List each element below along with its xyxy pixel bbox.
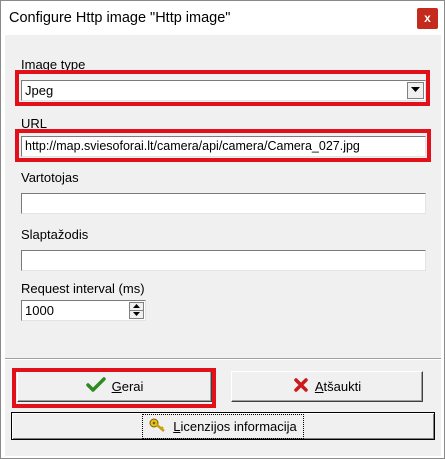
- divider: [5, 358, 441, 360]
- cancel-button-label: Atšaukti: [314, 379, 362, 394]
- image-type-value: Jpeg: [25, 83, 54, 98]
- image-type-label: Image type: [21, 57, 86, 72]
- password-label: Slaptažodis: [21, 227, 89, 242]
- password-input[interactable]: [21, 250, 426, 271]
- ok-button[interactable]: Gerai: [17, 371, 212, 402]
- interval-value: 1000: [25, 303, 54, 318]
- button-area: Gerai Atšaukti Licenzijos informacija: [5, 358, 441, 456]
- license-button-label: Licenzijos informacija: [173, 418, 297, 434]
- form-area: Image type Jpeg URL http://map.sviesofor…: [5, 35, 441, 358]
- key-icon: [149, 417, 167, 436]
- interval-label: Request interval (ms): [21, 281, 145, 296]
- close-button[interactable]: x: [417, 8, 438, 29]
- license-focus-rect: Licenzijos informacija: [142, 413, 304, 439]
- title-bar: Configure Http image "Http image" x: [1, 1, 444, 35]
- image-type-select[interactable]: Jpeg: [21, 80, 426, 101]
- spinner-buttons: [129, 302, 144, 319]
- dropdown-arrow-icon[interactable]: [407, 82, 424, 99]
- url-label: URL: [21, 116, 48, 131]
- url-value: http://map.sviesoforai.lt/camera/api/cam…: [25, 139, 360, 153]
- license-info-button[interactable]: Licenzijos informacija: [11, 412, 435, 440]
- username-input[interactable]: [21, 193, 426, 214]
- spin-down-icon[interactable]: [130, 311, 143, 318]
- url-input[interactable]: http://map.sviesoforai.lt/camera/api/cam…: [21, 136, 426, 157]
- cancel-button[interactable]: Atšaukti: [231, 371, 423, 402]
- checkmark-icon: [85, 377, 106, 396]
- ok-button-label: Gerai: [111, 379, 144, 394]
- interval-spinner[interactable]: 1000: [21, 300, 146, 321]
- configure-dialog: Configure Http image "Http image" x Imag…: [0, 0, 445, 459]
- dialog-title: Configure Http image "Http image": [9, 10, 231, 26]
- spin-up-icon[interactable]: [130, 303, 143, 311]
- x-mark-icon: [293, 377, 309, 396]
- username-label: Vartotojas: [21, 170, 79, 185]
